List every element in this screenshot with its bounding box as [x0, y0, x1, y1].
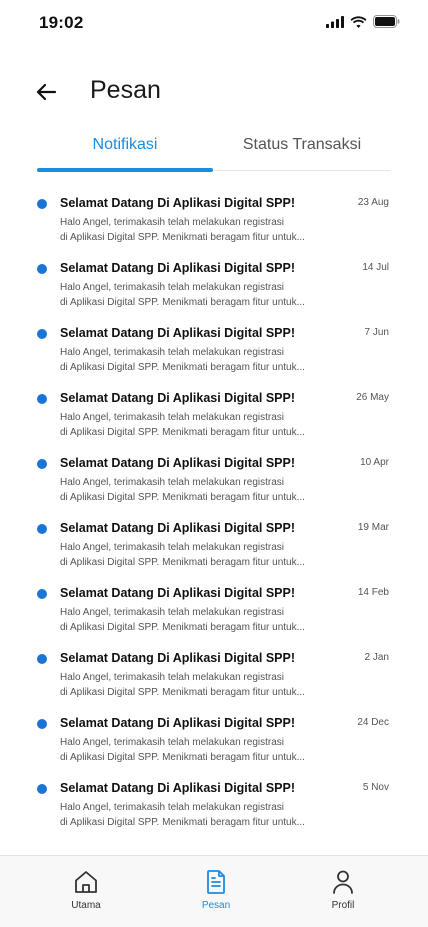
nav-item-utama[interactable]: Utama [41, 868, 131, 911]
notification-title: Selamat Datang Di Aplikasi Digital SPP! [60, 586, 296, 600]
notification-preview-line-1: Halo Angel, terimakasih telah melakukan … [60, 802, 284, 813]
bottom-navigation: Utama Pesan Profil [0, 855, 428, 927]
notification-title: Selamat Datang Di Aplikasi Digital SPP! [60, 781, 296, 795]
notification-title: Selamat Datang Di Aplikasi Digital SPP! [60, 521, 296, 535]
nav-label-utama: Utama [71, 900, 101, 911]
notification-title: Selamat Datang Di Aplikasi Digital SPP! [60, 716, 296, 730]
cellular-signal-icon [326, 15, 344, 28]
tab-bar: Notifikasi Status Transaksi [37, 128, 391, 172]
notification-item[interactable]: Selamat Datang Di Aplikasi Digital SPP! … [0, 315, 428, 380]
unread-dot [37, 199, 47, 209]
notification-date: 14 Jul [362, 262, 389, 273]
tab-status-transaksi[interactable]: Status Transaksi [213, 136, 391, 154]
notification-title: Selamat Datang Di Aplikasi Digital SPP! [60, 651, 296, 665]
unread-dot [37, 394, 47, 404]
home-icon [75, 871, 97, 893]
status-time: 19:02 [39, 13, 84, 32]
notification-date: 14 Feb [357, 587, 389, 598]
notification-preview-line-1: Halo Angel, terimakasih telah melakukan … [60, 282, 284, 293]
notification-title: Selamat Datang Di Aplikasi Digital SPP! [60, 196, 296, 210]
notification-preview-line-1: Halo Angel, terimakasih telah melakukan … [60, 412, 284, 423]
notification-date: 5 Nov [362, 782, 389, 793]
notification-item[interactable]: Selamat Datang Di Aplikasi Digital SPP! … [0, 575, 428, 640]
unread-dot [37, 264, 47, 274]
notification-date: 7 Jun [364, 327, 389, 338]
unread-dot [37, 459, 47, 469]
notification-preview-line-1: Halo Angel, terimakasih telah melakukan … [60, 477, 284, 488]
notification-preview-line-2: di Aplikasi Digital SPP. Menikmati berag… [60, 687, 305, 698]
notification-item[interactable]: Selamat Datang Di Aplikasi Digital SPP! … [0, 640, 428, 705]
notification-date: 23 Aug [357, 197, 389, 208]
wifi-icon [350, 15, 367, 28]
notification-preview-line-1: Halo Angel, terimakasih telah melakukan … [60, 672, 284, 683]
notification-preview-line-2: di Aplikasi Digital SPP. Menikmati berag… [60, 752, 305, 763]
notification-item[interactable]: Selamat Datang Di Aplikasi Digital SPP! … [0, 770, 428, 835]
notification-preview-line-2: di Aplikasi Digital SPP. Menikmati berag… [60, 557, 305, 568]
notification-title: Selamat Datang Di Aplikasi Digital SPP! [60, 391, 296, 405]
notification-date: 26 May [356, 392, 389, 403]
notification-preview-line-2: di Aplikasi Digital SPP. Menikmati berag… [60, 427, 305, 438]
unread-dot [37, 329, 47, 339]
unread-dot [37, 784, 47, 794]
nav-item-profil[interactable]: Profil [298, 868, 388, 911]
notification-preview-line-2: di Aplikasi Digital SPP. Menikmati berag… [60, 622, 305, 633]
header: Pesan [0, 70, 428, 114]
unread-dot [37, 589, 47, 599]
notification-preview-line-1: Halo Angel, terimakasih telah melakukan … [60, 542, 284, 553]
tab-notifikasi[interactable]: Notifikasi [37, 136, 213, 154]
status-icons [326, 15, 400, 28]
nav-label-pesan: Pesan [201, 900, 231, 911]
unread-dot [37, 654, 47, 664]
notification-item[interactable]: Selamat Datang Di Aplikasi Digital SPP! … [0, 510, 428, 575]
notification-preview-line-1: Halo Angel, terimakasih telah melakukan … [60, 737, 284, 748]
notification-preview-line-2: di Aplikasi Digital SPP. Menikmati berag… [60, 232, 305, 243]
notification-item[interactable]: Selamat Datang Di Aplikasi Digital SPP! … [0, 705, 428, 770]
notification-preview-line-2: di Aplikasi Digital SPP. Menikmati berag… [60, 817, 305, 828]
document-icon [207, 870, 225, 894]
active-tab-indicator [37, 168, 213, 172]
notification-preview-line-2: di Aplikasi Digital SPP. Menikmati berag… [60, 297, 305, 308]
notification-date: 24 Dec [357, 717, 389, 728]
unread-dot [37, 524, 47, 534]
notification-title: Selamat Datang Di Aplikasi Digital SPP! [60, 326, 296, 340]
notification-title: Selamat Datang Di Aplikasi Digital SPP! [60, 456, 296, 470]
status-bar: 19:02 [0, 0, 428, 46]
nav-label-profil: Profil [331, 900, 355, 911]
unread-dot [37, 719, 47, 729]
notification-preview-line-1: Halo Angel, terimakasih telah melakukan … [60, 217, 284, 228]
notification-date: 19 Mar [357, 522, 389, 533]
notification-item[interactable]: Selamat Datang Di Aplikasi Digital SPP! … [0, 250, 428, 315]
notification-item[interactable]: Selamat Datang Di Aplikasi Digital SPP! … [0, 185, 428, 250]
page-title: Pesan [90, 76, 161, 104]
notification-preview-line-1: Halo Angel, terimakasih telah melakukan … [60, 347, 284, 358]
notification-item[interactable]: Selamat Datang Di Aplikasi Digital SPP! … [0, 380, 428, 445]
notification-item[interactable]: Selamat Datang Di Aplikasi Digital SPP! … [0, 445, 428, 510]
notification-date: 2 Jan [364, 652, 389, 663]
notification-title: Selamat Datang Di Aplikasi Digital SPP! [60, 261, 296, 275]
user-icon [333, 870, 353, 894]
notification-preview-line-1: Halo Angel, terimakasih telah melakukan … [60, 607, 284, 618]
notification-preview-line-2: di Aplikasi Digital SPP. Menikmati berag… [60, 362, 305, 373]
notification-date: 10 Apr [360, 457, 389, 468]
battery-icon [373, 15, 400, 28]
nav-item-pesan[interactable]: Pesan [171, 868, 261, 911]
back-button[interactable] [32, 78, 60, 106]
arrow-left-icon [36, 83, 57, 101]
notification-preview-line-2: di Aplikasi Digital SPP. Menikmati berag… [60, 492, 305, 503]
